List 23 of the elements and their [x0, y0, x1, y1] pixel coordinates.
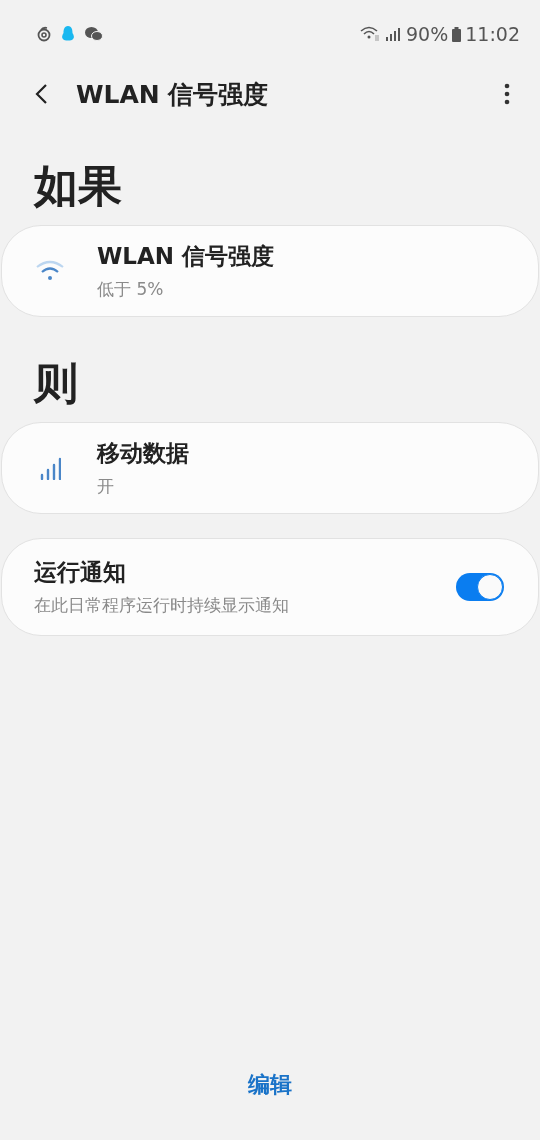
toggle-switch[interactable] — [456, 572, 504, 601]
battery-icon — [452, 26, 462, 42]
page-title: WLAN 信号强度 — [76, 78, 270, 111]
signal-bars-icon — [38, 455, 61, 480]
battery-percentage: 90% — [406, 23, 449, 45]
setting-title: 运行通知 — [34, 557, 127, 587]
section-heading: 如果 — [34, 160, 123, 213]
rule-card[interactable]: 移动数据 开 — [1, 421, 539, 514]
rule-card[interactable]: WLAN 信号强度 低于 5% — [1, 224, 539, 317]
edit-button[interactable]: 编辑 — [240, 1066, 300, 1104]
card-subtitle: 开 — [97, 474, 115, 498]
wifi-icon — [360, 26, 380, 42]
card-title: WLAN 信号强度 — [97, 241, 275, 271]
clock: 11:02 — [465, 23, 520, 45]
setting-description: 在此日常程序运行时持续显示通知 — [34, 593, 289, 617]
penguin-icon — [60, 25, 76, 43]
card-subtitle: 低于 5% — [97, 277, 165, 301]
card-title: 移动数据 — [97, 438, 189, 468]
cellular-signal-icon — [384, 26, 402, 42]
chat-icon — [84, 26, 104, 42]
wifi-icon — [35, 259, 64, 282]
more-options-icon — [504, 83, 510, 105]
section-heading: 则 — [34, 356, 79, 410]
